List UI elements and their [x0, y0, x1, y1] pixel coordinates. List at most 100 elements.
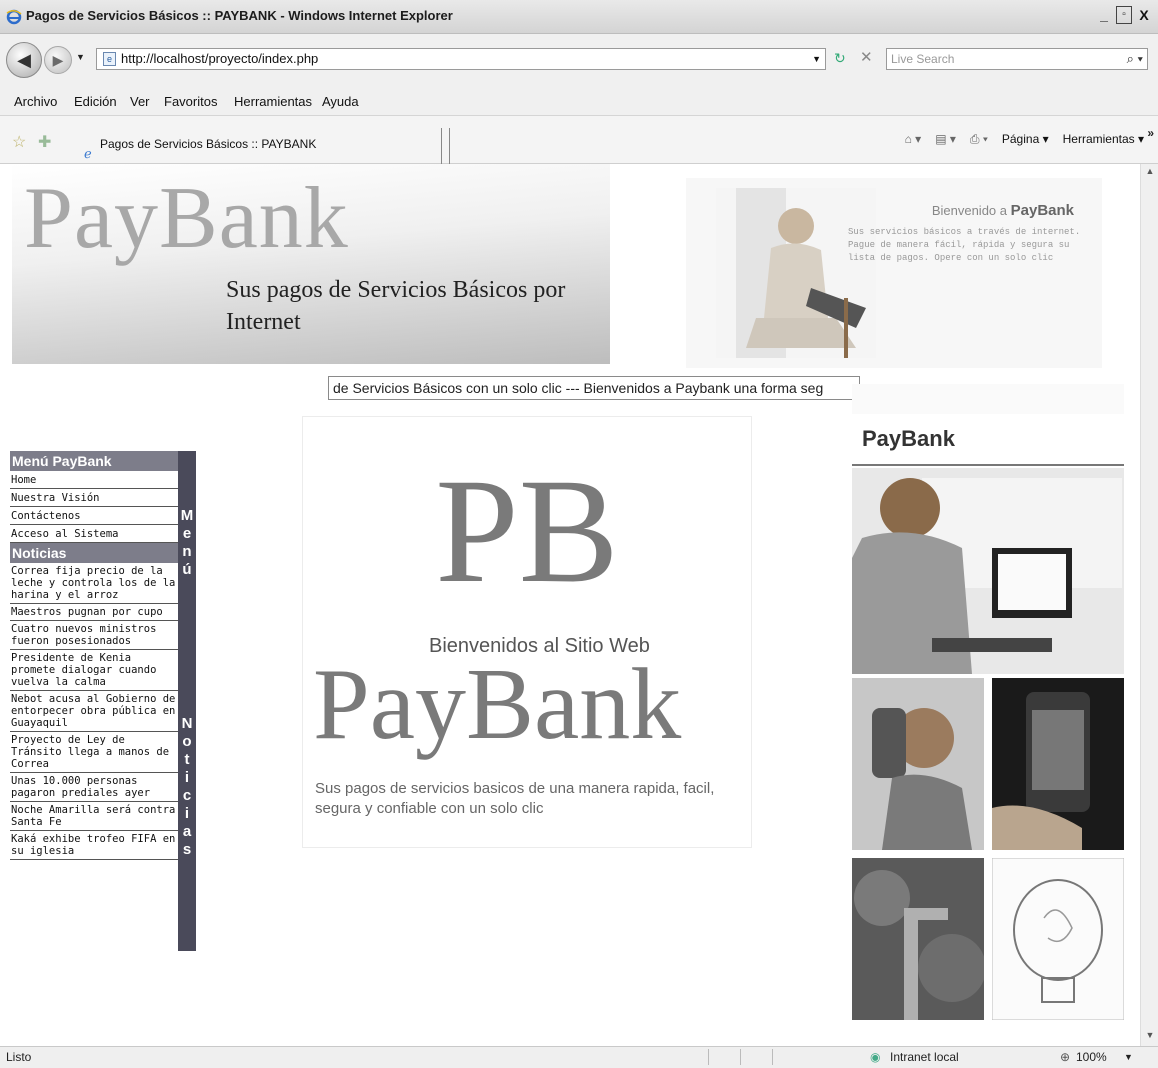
sidebar-item-login[interactable]: Acceso al Sistema	[10, 525, 178, 543]
address-text: http://localhost/proyecto/index.php	[121, 51, 319, 66]
news-item[interactable]: Kaká exhibe trofeo FIFA en su iglesia	[10, 831, 178, 860]
page-menu-button[interactable]: Página ▾	[1002, 132, 1049, 147]
page-content: PayBank Sus pagos de Servicios Básicos p…	[0, 164, 1158, 1046]
news-section-title: Noticias	[10, 543, 178, 563]
favorites-star-icon[interactable]: ☆	[12, 132, 26, 152]
page-menu-label: Página	[1001, 132, 1040, 146]
menu-ver[interactable]: Ver	[130, 94, 150, 109]
new-tab-button[interactable]	[442, 128, 450, 164]
welcome-description: Sus pagos de servicios basicos de una ma…	[315, 780, 715, 817]
welcome-panel: PB Bienvenidos al Sitio Web PayBank Sus …	[302, 416, 752, 848]
favorites-bar: ☆ ✚ ℯ Pagos de Servicios Básicos :: PAYB…	[0, 116, 1158, 164]
search-icon[interactable]: ⌕ ▾	[1127, 49, 1143, 69]
vertical-news-letter: o	[182, 733, 192, 750]
vertical-news-letter: c	[182, 787, 192, 804]
news-item[interactable]: Correa fija precio de la leche y control…	[10, 563, 178, 604]
light-bulb-image	[992, 858, 1124, 1020]
stop-icon[interactable]: ✕	[860, 48, 873, 66]
vertical-news-letter: a	[182, 823, 192, 840]
close-button[interactable]: X	[1136, 6, 1152, 24]
toolbar-overflow-icon[interactable]: »	[1147, 126, 1154, 140]
news-ticker: de Servicios Básicos con un solo clic --…	[328, 376, 860, 400]
header-slogan: Sus pagos de Servicios Básicos por Inter…	[226, 277, 566, 335]
header-mini-text: Sus servicios básicos a través de intern…	[848, 227, 1081, 263]
mini-title-brand: PayBank	[1010, 202, 1074, 219]
forward-button[interactable]: ▶	[44, 46, 72, 74]
search-placeholder: Live Search	[891, 52, 955, 66]
girl-with-phone-image	[852, 678, 984, 850]
news-item[interactable]: Noche Amarilla será contra Santa Fe	[10, 802, 178, 831]
menu-section-title: Menú PayBank	[10, 451, 178, 471]
tools-menu-label: Herramientas	[1062, 132, 1135, 146]
menu-archivo[interactable]: Archivo	[14, 94, 57, 109]
scroll-up-icon[interactable]: ▲	[1144, 166, 1156, 180]
restore-button[interactable]: ▫	[1116, 6, 1132, 24]
news-item[interactable]: Proyecto de Ley de Tránsito llega a mano…	[10, 732, 178, 773]
news-item[interactable]: Nebot acusa al Gobierno de entorpecer ob…	[10, 691, 178, 732]
vertical-menu-letter: e	[182, 525, 192, 542]
search-input[interactable]: Live Search ⌕ ▾	[886, 48, 1148, 70]
status-pane	[708, 1049, 724, 1065]
tab-paybank[interactable]: ℯ Pagos de Servicios Básicos :: PAYBANK	[78, 128, 442, 164]
man-at-computer-image	[852, 468, 1124, 674]
sidebar-item-home[interactable]: Home	[10, 471, 178, 489]
home-icon[interactable]: ⌂ ▾	[905, 132, 922, 147]
history-dropdown-icon[interactable]: ▼	[76, 52, 85, 62]
mini-title-prefix: Bienvenido a	[931, 203, 1007, 218]
menu-edicion[interactable]: Edición	[74, 94, 117, 109]
menu-ayuda[interactable]: Ayuda	[322, 94, 359, 109]
menu-herramientas[interactable]: Herramientas	[234, 94, 312, 109]
security-zone: Intranet local	[890, 1050, 959, 1064]
news-item[interactable]: Presidente de Kenia promete dialogar cua…	[10, 650, 178, 691]
refresh-icon[interactable]: ↻	[834, 50, 846, 67]
news-item[interactable]: Cuatro nuevos ministros fueron posesiona…	[10, 621, 178, 650]
feeds-icon[interactable]: ▤ ▾	[935, 132, 956, 147]
address-input[interactable]: e http://localhost/proyecto/index.php ▼	[96, 48, 826, 70]
smartphone-image	[992, 678, 1124, 850]
header-banner: PayBank Sus pagos de Servicios Básicos p…	[12, 164, 610, 364]
water-tap-image	[852, 858, 984, 1020]
back-button[interactable]: ◀	[6, 42, 42, 78]
vertical-news-letter: i	[184, 769, 190, 786]
news-item[interactable]: Maestros pugnan por cupo	[10, 604, 178, 621]
vertical-menu-letter: M	[180, 507, 194, 524]
address-dropdown-icon[interactable]: ▼	[812, 49, 821, 69]
tab-title: Pagos de Servicios Básicos :: PAYBANK	[100, 137, 317, 151]
intranet-zone-icon: ◉	[870, 1050, 881, 1064]
zoom-level[interactable]: 100%	[1076, 1047, 1107, 1067]
tools-menu-button[interactable]: Herramientas ▾	[1063, 132, 1144, 147]
forward-arrow-icon: ▶	[52, 52, 64, 68]
window-titlebar: Pagos de Servicios Básicos :: PAYBANK - …	[0, 0, 1158, 34]
menu-favoritos[interactable]: Favoritos	[164, 94, 217, 109]
vertical-news-letter: i	[184, 805, 190, 822]
print-icon[interactable]: ⎙ ▾	[970, 132, 988, 147]
scroll-down-icon[interactable]: ▼	[1144, 1030, 1156, 1044]
add-favorite-icon[interactable]: ✚	[38, 132, 51, 152]
minimize-button[interactable]: _	[1096, 6, 1112, 24]
page-scrollbar[interactable]: ▲ ▼	[1140, 164, 1158, 1046]
vertical-menu-letter: ú	[182, 561, 192, 578]
image-column-header: PayBank	[852, 420, 1124, 466]
back-arrow-icon: ◀	[17, 50, 31, 70]
image-column-title: PayBank	[862, 426, 955, 451]
header-mini-title: Bienvenido a PayBank	[932, 202, 1074, 219]
vertical-news-letter: s	[182, 841, 192, 858]
monogram-logo: PB	[435, 448, 619, 614]
vertical-news-letter: N	[181, 715, 193, 732]
zoom-dropdown-icon[interactable]: ▼	[1124, 1047, 1133, 1067]
zoom-icon[interactable]: ⊕	[1060, 1047, 1070, 1067]
sidebar-item-vision[interactable]: Nuestra Visión	[10, 489, 178, 507]
header-photo-banner: Bienvenido a PayBank Sus servicios básic…	[686, 178, 1102, 368]
sidebar-vertical-label-bar: M e n ú N o t i c i a s	[178, 451, 196, 951]
sidebar: Menú PayBank Home Nuestra Visión Contáct…	[10, 451, 196, 951]
page-icon: e	[103, 52, 116, 66]
header-logo: PayBank	[24, 170, 349, 267]
mini-page-thumbnail	[852, 384, 1124, 414]
window-title: Pagos de Servicios Básicos :: PAYBANK - …	[26, 8, 453, 23]
image-column: PayBank	[852, 384, 1124, 1024]
sidebar-item-contact[interactable]: Contáctenos	[10, 507, 178, 525]
news-item[interactable]: Unas 10.000 personas pagaron prediales a…	[10, 773, 178, 802]
status-pane	[772, 1049, 788, 1065]
status-text: Listo	[6, 1050, 32, 1064]
vertical-menu-letter: n	[182, 543, 192, 560]
